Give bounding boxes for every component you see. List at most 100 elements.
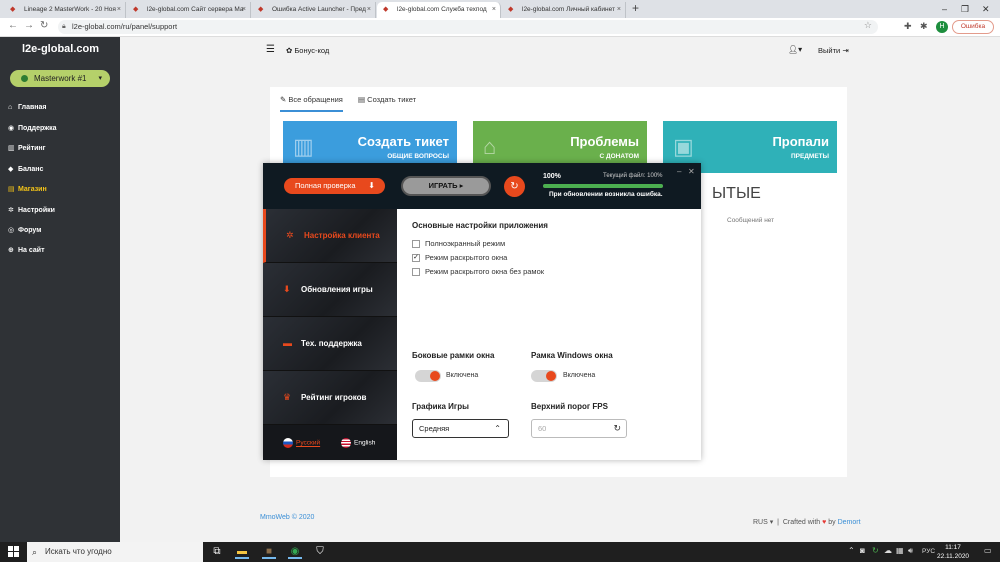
chevron-down-icon: ▾ [98, 75, 102, 82]
url-input[interactable]: 🔒︎ l2e-global.com/ru/panel/support ☆ [58, 20, 878, 34]
tray-sync-icon[interactable]: ↻ [872, 546, 879, 555]
fps-refresh-icon[interactable]: ↻ [613, 420, 621, 437]
close-window-icon[interactable]: ✕ [982, 0, 990, 18]
user-icon[interactable]: 👤︎▾ [788, 45, 802, 54]
option-borderless[interactable]: Режим раскрытого окна без рамок [412, 267, 544, 277]
task-view-icon[interactable]: ⧉ [210, 545, 224, 559]
play-button[interactable]: ИГРАТЬ ▸ [401, 176, 491, 196]
launcher-nav-player-rating[interactable]: ♛ Рейтинг игроков [263, 371, 397, 425]
browser-tab[interactable]: ◆ l2e-global.com Личный кабинет × [502, 2, 626, 18]
side-frames-toggle[interactable] [415, 370, 441, 382]
chrome-icon[interactable]: ◉ [288, 545, 302, 559]
checkbox-fullscreen[interactable] [412, 240, 420, 249]
file-explorer-icon[interactable]: ▬ [235, 545, 249, 559]
site-logo[interactable]: l2e-global.com [22, 43, 99, 55]
new-tab-button[interactable]: + [632, 1, 639, 15]
toggle-knob [546, 371, 556, 381]
minimize-icon[interactable]: – [942, 0, 947, 18]
puzzle-icon[interactable]: ✱ [920, 21, 928, 32]
tray-app-icon[interactable]: ◙ [860, 546, 865, 555]
sidebar-item-settings[interactable]: ✲ Настройки [8, 206, 55, 214]
notifications-icon[interactable]: ▭ [984, 546, 992, 555]
option-fullscreen[interactable]: Полноэкранный режим [412, 239, 505, 249]
error-badge[interactable]: Ошибка [952, 20, 994, 34]
close-tab-icon[interactable]: × [242, 2, 246, 18]
taskbar-clock[interactable]: 11:17 22.11.2020 [937, 543, 969, 561]
download-icon: ⬇ [283, 284, 291, 294]
cart-icon: ▤ [8, 186, 15, 193]
windows-start-icon[interactable] [8, 546, 19, 557]
logout-icon: ⇥ [842, 46, 849, 55]
sidebar-item-forum[interactable]: ◎ Форум [8, 226, 41, 234]
bank-icon: ⌂ [483, 134, 497, 159]
keyboard-language[interactable]: РУС [922, 548, 935, 555]
lock-icon: 🔒︎ [62, 23, 66, 30]
reload-icon[interactable]: ↻ [40, 20, 48, 31]
extensions-icon[interactable]: ✚ [904, 21, 912, 32]
browser-tab-active[interactable]: ◆ l2e-global.com Служба техпод × [377, 2, 501, 18]
server-selector[interactable]: Masterwork #1 ▾ [10, 70, 110, 87]
briefcase-icon: ▣ [673, 134, 694, 159]
lang-russian[interactable]: Русский [283, 438, 320, 448]
launcher-nav-client-settings[interactable]: ✲ Настройка клиента [263, 209, 397, 263]
footer-lang[interactable]: RUS [753, 519, 768, 526]
maximize-icon[interactable]: ❐ [961, 0, 969, 18]
close-tab-icon[interactable]: × [367, 2, 371, 18]
option-windowed[interactable]: ✓ Режим раскрытого окна [412, 253, 507, 263]
volume-icon[interactable]: 🔊︎ [908, 546, 913, 556]
tray-cloud-icon[interactable]: ☁ [884, 546, 892, 555]
full-check-button[interactable]: Полная проверка ⬇ [284, 178, 385, 194]
tab-all-requests[interactable]: ✎ Все обращения [280, 95, 343, 112]
update-progress-bar [543, 184, 663, 188]
sidebar-item-balance[interactable]: ◆ Баланс [8, 165, 43, 173]
forward-icon[interactable]: → [24, 20, 34, 31]
footer-copyright[interactable]: MmoWeb © 2020 [260, 514, 314, 521]
sidebar-item-to-site[interactable]: ⊕ На сайт [8, 246, 45, 254]
checkbox-windowed[interactable]: ✓ [412, 254, 420, 263]
checkbox-borderless[interactable] [412, 268, 420, 277]
fps-input[interactable]: 60 ↻ [531, 419, 627, 438]
side-frames-title: Боковые рамки окна [412, 351, 495, 360]
close-tab-icon[interactable]: × [617, 2, 621, 18]
profile-avatar[interactable]: H [936, 21, 948, 33]
favicon-icon: ◆ [133, 6, 139, 13]
close-tab-icon[interactable]: × [492, 2, 496, 18]
sidebar-item-home[interactable]: ⌂ Главная [8, 104, 46, 111]
taskbar-search-input[interactable]: ⌕ Искать что угодно [27, 542, 203, 562]
tray-chevron-icon[interactable]: ⌃ [848, 546, 855, 555]
search-icon: ⌕ [32, 547, 38, 557]
graphics-select[interactable]: Средняя ⌃ [412, 419, 509, 438]
lang-english[interactable]: English [341, 438, 375, 448]
launcher-nav-support[interactable]: ▬ Тех. поддержка [263, 317, 397, 371]
launcher-close-icon[interactable]: ✕ [688, 167, 695, 176]
browser-tab[interactable]: ◆ Ошибка Active Launcher - Пред × [252, 2, 376, 18]
shield-icon[interactable]: ⛉ [313, 545, 327, 559]
bookmark-star-icon[interactable]: ☆ [864, 20, 872, 31]
launcher-minimize-icon[interactable]: – [677, 167, 681, 176]
forum-icon: ◎ [8, 227, 15, 234]
sidebar: l2e-global.com Masterwork #1 ▾ ⌂ Главная … [0, 37, 120, 542]
game-client-icon[interactable]: ■ [262, 545, 276, 559]
tab-create-ticket[interactable]: ▤ Создать тикет [358, 95, 416, 110]
client-settings-panel: Основные настройки приложения Полноэкран… [397, 209, 701, 460]
taskbar: ⌕ Искать что угодно ⧉ ▬ ■ ◉ ⛉ ⌃ ◙ ↻ ☁ ▦ … [0, 542, 1000, 562]
browser-tab[interactable]: ◆ l2e-global.com Сайт сервера Ма × [127, 2, 251, 18]
favicon-icon: ◆ [508, 6, 514, 13]
refresh-button[interactable]: ↻ [504, 176, 525, 197]
no-messages-text: Сообщений нет [727, 217, 775, 224]
author-link[interactable]: Demort [838, 519, 861, 526]
windows-frame-toggle[interactable] [531, 370, 557, 382]
back-icon[interactable]: ← [8, 20, 18, 31]
favicon-icon: ◆ [258, 6, 264, 13]
bonus-code-link[interactable]: ✿ Бонус-код [286, 46, 329, 55]
launcher-nav: ✲ Настройка клиента ⬇ Обновления игры ▬ … [263, 209, 397, 460]
sidebar-item-support[interactable]: ◉ Поддержка [8, 124, 57, 132]
sidebar-item-shop[interactable]: ▤ Магазин [8, 185, 47, 193]
menu-icon[interactable]: ☰ [266, 44, 275, 55]
browser-tab[interactable]: ◆ Lineage 2 MasterWork - 20 Ноя × [4, 2, 126, 18]
logout-link[interactable]: Выйти ⇥ [818, 46, 849, 55]
close-tab-icon[interactable]: × [117, 2, 121, 18]
network-icon[interactable]: ▦ [896, 546, 904, 555]
launcher-nav-game-updates[interactable]: ⬇ Обновления игры [263, 263, 397, 317]
sidebar-item-rating[interactable]: ▥ Рейтинг [8, 144, 46, 152]
